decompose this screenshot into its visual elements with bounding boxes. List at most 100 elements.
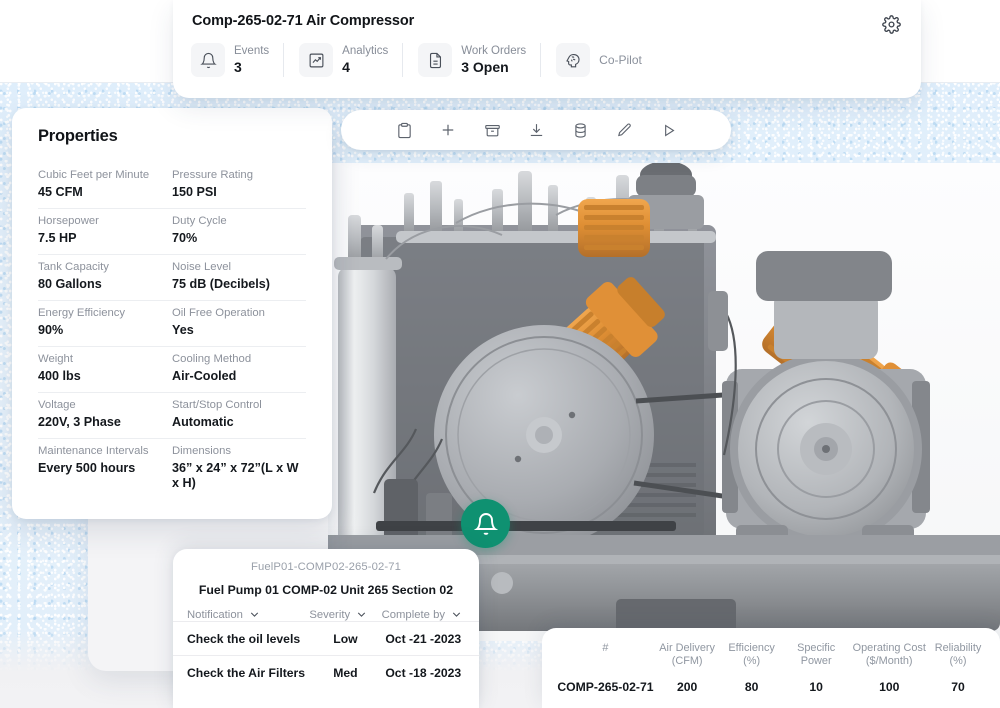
- property-value: 7.5 HP: [38, 231, 77, 245]
- download-button[interactable]: [523, 117, 549, 143]
- property-key: Voltage: [38, 399, 76, 411]
- database-button[interactable]: [567, 117, 593, 143]
- stat-analytics[interactable]: Analytics 4: [283, 43, 402, 77]
- property-key: Dimensions: [172, 445, 232, 457]
- notification-complete-by: Oct -18 -2023: [385, 665, 462, 680]
- metric-air-delivery: 200: [676, 680, 698, 694]
- property-value: 400 lbs: [38, 369, 81, 383]
- bell-icon: [473, 512, 498, 535]
- clipboard-button[interactable]: [391, 117, 417, 143]
- copilot-icon-box: [556, 43, 591, 77]
- property-cell: Oil Free Operation Yes: [172, 307, 306, 338]
- property-key: Oil Free Operation: [172, 307, 265, 319]
- column-header-complete-by[interactable]: Complete by: [382, 608, 465, 621]
- property-cell: Cooling Method Air-Cooled: [172, 353, 306, 384]
- table-row[interactable]: COMP-265-02-71 200 80 10 100 70: [556, 668, 986, 694]
- property-value: 150 PSI: [172, 185, 217, 199]
- notifications-fab[interactable]: [461, 499, 510, 548]
- stat-copilot[interactable]: Co-Pilot: [540, 43, 656, 77]
- property-value: 70%: [172, 231, 198, 245]
- column-header-notification[interactable]: Notification: [187, 608, 309, 621]
- property-key: Tank Capacity: [38, 261, 109, 273]
- column-label: Complete by: [381, 608, 445, 621]
- database-icon: [574, 122, 586, 138]
- property-cell: Maintenance Intervals Every 500 hours: [38, 445, 172, 491]
- metrics-col-air-delivery: Air Delivery (CFM): [659, 642, 715, 667]
- property-cell: Weight 400 lbs: [38, 353, 172, 384]
- play-icon: [664, 124, 675, 136]
- property-key: Noise Level: [172, 261, 232, 273]
- property-cell: Start/Stop Control Automatic: [172, 399, 306, 430]
- property-row: Maintenance Intervals Every 500 hours Di…: [38, 439, 306, 499]
- metric-id: COMP-265-02-71: [557, 680, 654, 694]
- archive-button[interactable]: [479, 117, 505, 143]
- notification-severity: Med: [333, 665, 358, 680]
- metrics-col-reliability: Reliability (%): [934, 642, 982, 667]
- analytics-icon-box: [299, 43, 334, 77]
- stat-value: 4: [342, 59, 350, 75]
- stat-value: 3 Open: [461, 59, 509, 75]
- property-cell: Tank Capacity 80 Gallons: [38, 261, 172, 292]
- property-key: Start/Stop Control: [172, 399, 262, 411]
- metrics-panel: # Air Delivery (CFM) Efficiency (%) Spec…: [542, 628, 1000, 708]
- asset-header-card: Comp-265-02-71 Air Compressor Events 3 A…: [173, 0, 921, 98]
- app-root: Comp-265-02-71 Air Compressor Events 3 A…: [0, 0, 1000, 708]
- properties-title: Properties: [38, 127, 118, 145]
- property-row: Energy Efficiency 90% Oil Free Operation…: [38, 301, 306, 347]
- notification-complete-by: Oct -21 -2023: [385, 631, 462, 646]
- property-cell: Horsepower 7.5 HP: [38, 215, 172, 246]
- chevron-down-icon: [250, 612, 259, 617]
- property-cell: Dimensions 36” x 24” x 72”(L x W x H): [172, 445, 306, 491]
- notification-task: Check the oil levels: [187, 631, 301, 646]
- property-value: Air-Cooled: [172, 369, 237, 383]
- property-cell: Noise Level 75 dB (Decibels): [172, 261, 306, 292]
- metric-operating-cost: 100: [879, 680, 900, 694]
- metrics-col-specific-power: Specific Power: [797, 642, 836, 667]
- notification-severity: Low: [333, 631, 358, 646]
- property-value: 90%: [38, 323, 64, 337]
- property-value: Automatic: [172, 415, 234, 429]
- property-value: 36” x 24” x 72”(L x W x H): [172, 461, 299, 490]
- property-cell: Energy Efficiency 90%: [38, 307, 172, 338]
- settings-button[interactable]: [877, 10, 905, 38]
- property-cell: Cubic Feet per Minute 45 CFM: [38, 169, 172, 200]
- metrics-col-id: #: [602, 642, 609, 654]
- property-key: Horsepower: [38, 215, 99, 227]
- stat-work-orders[interactable]: Work Orders 3 Open: [402, 43, 540, 77]
- asset-breadcrumb: Fuel Pump 01 COMP-02 Unit 265 Section 02: [198, 583, 454, 597]
- metrics-header-row: # Air Delivery (CFM) Efficiency (%) Spec…: [556, 628, 986, 668]
- table-row[interactable]: Check the Air Filters Med Oct -18 -2023: [173, 655, 479, 689]
- brain-head-icon: [566, 53, 580, 68]
- download-icon: [530, 123, 542, 136]
- plus-icon: [442, 124, 454, 136]
- notifications-panel: FuelP01-COMP02-265-02-71 Fuel Pump 01 CO…: [173, 549, 479, 708]
- property-row: Weight 400 lbs Cooling Method Air-Cooled: [38, 347, 306, 393]
- stat-label: Work Orders: [461, 45, 527, 57]
- property-value: 45 CFM: [38, 185, 83, 199]
- column-header-severity[interactable]: Severity: [309, 608, 381, 621]
- properties-panel: Properties Cubic Feet per Minute 45 CFM …: [12, 108, 332, 519]
- chevron-down-icon: [357, 612, 366, 617]
- metrics-col-efficiency: Efficiency (%): [728, 642, 775, 667]
- work-orders-icon-box: [418, 43, 453, 77]
- property-cell: Duty Cycle 70%: [172, 215, 306, 246]
- property-cell: Voltage 220V, 3 Phase: [38, 399, 172, 430]
- document-icon: [429, 52, 441, 68]
- floating-toolbar: [341, 110, 731, 150]
- bell-icon: [199, 52, 217, 68]
- property-value: 80 Gallons: [38, 277, 102, 291]
- table-row[interactable]: Check the oil levels Low Oct -21 -2023: [173, 621, 479, 655]
- gear-icon: [881, 14, 901, 34]
- property-key: Maintenance Intervals: [38, 445, 149, 457]
- property-key: Cooling Method: [172, 353, 252, 365]
- edit-button[interactable]: [611, 117, 637, 143]
- add-button[interactable]: [435, 117, 461, 143]
- chevron-down-icon: [452, 612, 461, 617]
- chart-up-icon: [309, 53, 324, 67]
- property-value: Every 500 hours: [38, 461, 136, 475]
- property-value: 220V, 3 Phase: [38, 415, 121, 429]
- column-label: Notification: [187, 608, 243, 621]
- properties-grid: Cubic Feet per Minute 45 CFM Pressure Ra…: [38, 163, 306, 499]
- stat-events[interactable]: Events 3: [191, 43, 283, 77]
- play-button[interactable]: [655, 117, 681, 143]
